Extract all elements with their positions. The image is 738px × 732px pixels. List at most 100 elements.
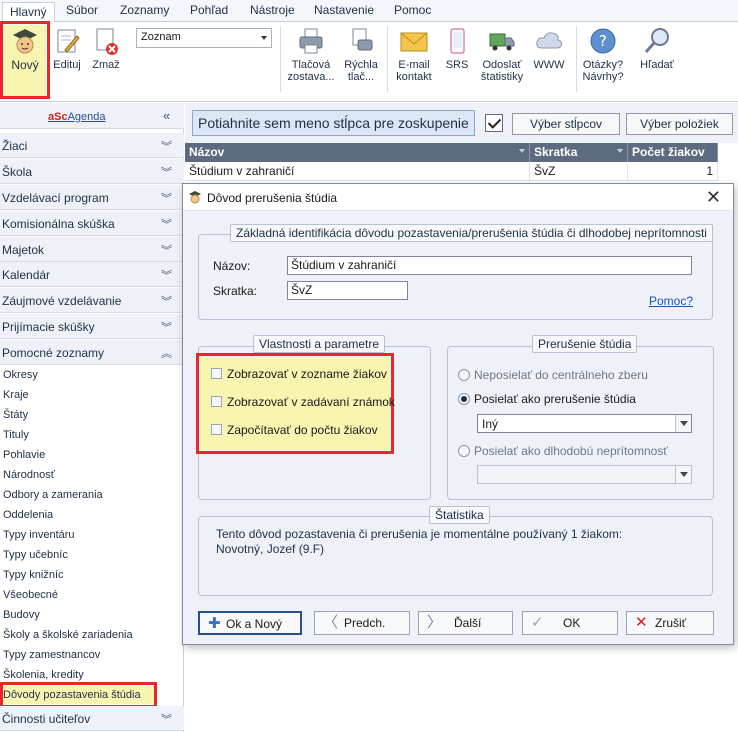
close-icon[interactable]: ✕ bbox=[706, 187, 721, 208]
sidebar-category-skola[interactable]: Škola ︾ bbox=[0, 159, 184, 184]
interruption-type-select[interactable]: Iný bbox=[477, 414, 692, 433]
interruption-legend: Prerušenie štúdia bbox=[532, 335, 638, 353]
new-button-label: Nový bbox=[11, 58, 39, 72]
tab-nastroje[interactable]: Nástroje bbox=[250, 3, 295, 22]
edit-icon bbox=[57, 29, 80, 53]
tab-nastavenie[interactable]: Nastavenie bbox=[314, 3, 374, 22]
radio-send-as-interruption[interactable]: Posielať ako prerušenie štúdia bbox=[458, 392, 636, 406]
new-button[interactable]: Nový bbox=[6, 26, 44, 72]
sidebar-category-vzdelavaci-program[interactable]: Vzdelávací program ︾ bbox=[0, 185, 184, 210]
delete-button-label: Zmaž bbox=[92, 59, 120, 71]
sidebar-category-zaujmove-vzdelavanie[interactable]: Záujmové vzdelávanie ︾ bbox=[0, 288, 184, 313]
column-header-pocet[interactable]: Počet žiakov bbox=[628, 143, 718, 162]
tab-hlavny[interactable]: Hlavný bbox=[2, 2, 55, 23]
item-chooser-button[interactable]: Výber položiek bbox=[626, 113, 733, 135]
sort-icon bbox=[617, 149, 623, 153]
sidebar-item-oddelenia[interactable]: Oddelenia bbox=[0, 505, 184, 525]
category-label: Záujmové vzdelávanie bbox=[2, 294, 122, 308]
sidebar-item-budovy[interactable]: Budovy bbox=[0, 605, 184, 625]
radio-send-as-absence[interactable]: Posielať ako dlhodobú neprítomnosť bbox=[458, 444, 668, 458]
sidebar-item-pohlavie[interactable]: Pohlavie bbox=[0, 445, 184, 465]
help-icon: ? bbox=[590, 28, 616, 54]
collapse-icon[interactable]: « bbox=[163, 108, 170, 123]
table-cell-pocet[interactable]: 1 bbox=[628, 162, 718, 181]
edit-button[interactable]: Edituj bbox=[51, 26, 83, 71]
sidebar-category-pomocne-zoznamy[interactable]: Pomocné zoznamy ︽ bbox=[0, 340, 184, 365]
sidebar: aScAgenda « Žiaci ︾ Škola ︾ Vzdelávací pro… bbox=[0, 103, 184, 732]
tab-pomoc[interactable]: Pomoc bbox=[394, 3, 431, 22]
sidebar-item-kraje[interactable]: Kraje bbox=[0, 385, 184, 405]
previous-button[interactable]: 〈 Predch. bbox=[314, 611, 410, 635]
sidebar-category-kalendar[interactable]: Kalendár ︾ bbox=[0, 262, 184, 287]
print-report-button[interactable]: Tlačová zostava... bbox=[286, 26, 336, 83]
absence-type-select[interactable] bbox=[477, 465, 692, 484]
sidebar-category-ziaci[interactable]: Žiaci ︾ bbox=[0, 133, 184, 158]
abbreviation-input[interactable]: ŠvZ bbox=[287, 281, 408, 300]
ok-and-new-label: Ok a Nový bbox=[226, 617, 283, 631]
chevron-down-icon: ︾ bbox=[161, 245, 172, 257]
delete-icon bbox=[96, 28, 118, 55]
www-button[interactable]: WWW bbox=[530, 26, 568, 71]
sidebar-item-typy-ucebnic[interactable]: Typy učebníc bbox=[0, 545, 184, 565]
table-cell-skratka[interactable]: ŠvZ bbox=[530, 162, 628, 181]
chevron-down-icon: ︾ bbox=[161, 193, 172, 205]
view-select[interactable]: Zoznam bbox=[136, 28, 272, 48]
sidebar-category-prijimacie-skusky[interactable]: Prijímacie skúšky ︾ bbox=[0, 314, 184, 339]
sidebar-item-narodnost[interactable]: Národnosť bbox=[0, 465, 184, 485]
name-input[interactable]: Štúdium v zahraničí bbox=[287, 256, 692, 275]
sidebar-item-odbory[interactable]: Odbory a zamerania bbox=[0, 485, 184, 505]
search-button[interactable]: Hľadať bbox=[636, 26, 678, 71]
quick-print-button[interactable]: Rýchla tlač... bbox=[340, 26, 382, 83]
sidebar-item-vseobecne[interactable]: Všeobecné bbox=[0, 585, 184, 605]
radio-label: Neposielať do centrálneho zberu bbox=[474, 368, 648, 382]
column-header-skratka[interactable]: Skratka bbox=[530, 143, 628, 162]
email-contact-button[interactable]: E-mail kontakt bbox=[392, 26, 436, 83]
app-logo[interactable]: aScAgenda bbox=[48, 111, 106, 123]
logo-part-b: Agenda bbox=[67, 111, 106, 123]
name-label: Názov: bbox=[213, 259, 251, 273]
delete-button[interactable]: Zmaž bbox=[89, 26, 123, 71]
radio-dot bbox=[458, 445, 470, 457]
dialog-titlebar[interactable]: Dôvod prerušenia štúdia ✕ bbox=[183, 184, 733, 211]
group-by-panel[interactable]: Potiahnite sem meno stĺpca pre zoskupeni… bbox=[192, 110, 475, 136]
plus-icon: ✚ bbox=[208, 615, 221, 632]
next-button[interactable]: 〉 Ďalší bbox=[418, 611, 513, 635]
send-statistics-button[interactable]: Odoslať štatistiky bbox=[478, 26, 526, 83]
sidebar-category-cinnosti-ucitelov[interactable]: Činnosti učiteľov ︾ bbox=[0, 706, 184, 731]
sidebar-item-staty[interactable]: Štáty bbox=[0, 405, 184, 425]
group-panel-checkbox[interactable] bbox=[485, 114, 503, 132]
sidebar-item-okresy[interactable]: Okresy bbox=[0, 365, 184, 385]
show-in-grades-checkbox[interactable]: Zobrazovať v zadávaní známok bbox=[211, 395, 395, 409]
column-chooser-button[interactable]: Výber stĺpcov bbox=[512, 113, 620, 135]
sidebar-header: aScAgenda « bbox=[0, 103, 184, 129]
srs-button[interactable]: SRS bbox=[440, 26, 474, 71]
sidebar-item-skoly[interactable]: Školy a školské zariadenia bbox=[0, 625, 184, 645]
radio-do-not-send[interactable]: Neposielať do centrálneho zberu bbox=[458, 368, 648, 382]
sidebar-category-majetok[interactable]: Majetok ︾ bbox=[0, 237, 184, 262]
view-select-value: Zoznam bbox=[141, 31, 181, 43]
questions-button[interactable]: ? Otázky? Návrhy? bbox=[580, 26, 626, 83]
help-link[interactable]: Pomoc? bbox=[649, 294, 693, 308]
table-cell-nazov[interactable]: Štúdium v zahraničí bbox=[185, 162, 530, 181]
questions-label-2: Návrhy? bbox=[582, 71, 624, 83]
email-label-1: E-mail bbox=[398, 59, 430, 71]
tab-zoznamy[interactable]: Zoznamy bbox=[120, 3, 169, 22]
graduate-icon bbox=[189, 191, 201, 204]
tab-pohlad[interactable]: Pohľad bbox=[190, 3, 228, 22]
ok-button[interactable]: ✓ OK bbox=[522, 611, 618, 635]
category-label: Kalendár bbox=[2, 268, 51, 282]
sidebar-item-typy-inventaru[interactable]: Typy inventáru bbox=[0, 525, 184, 545]
sidebar-item-typy-zamestnancov[interactable]: Typy zamestnancov bbox=[0, 645, 184, 665]
ok-and-new-button[interactable]: ✚ Ok a Nový bbox=[198, 611, 302, 635]
sidebar-item-tituly[interactable]: Tituly bbox=[0, 425, 184, 445]
show-in-student-list-checkbox[interactable]: Zobrazovať v zozname žiakov bbox=[211, 367, 387, 381]
tab-subor[interactable]: Súbor bbox=[66, 3, 98, 22]
sidebar-item-typy-kniznic[interactable]: Typy knižníc bbox=[0, 565, 184, 585]
chevron-down-icon: ︾ bbox=[161, 219, 172, 231]
sidebar-category-komisionalna-skuska[interactable]: Komisionálna skúška ︾ bbox=[0, 211, 184, 236]
srs-label: SRS bbox=[445, 59, 469, 71]
column-header-nazov[interactable]: Názov bbox=[185, 143, 530, 162]
cancel-button[interactable]: ✕ Zrušiť bbox=[626, 611, 714, 635]
count-students-checkbox[interactable]: Započítavať do počtu žiakov bbox=[211, 423, 378, 437]
chevron-down-icon: ︾ bbox=[161, 141, 172, 153]
